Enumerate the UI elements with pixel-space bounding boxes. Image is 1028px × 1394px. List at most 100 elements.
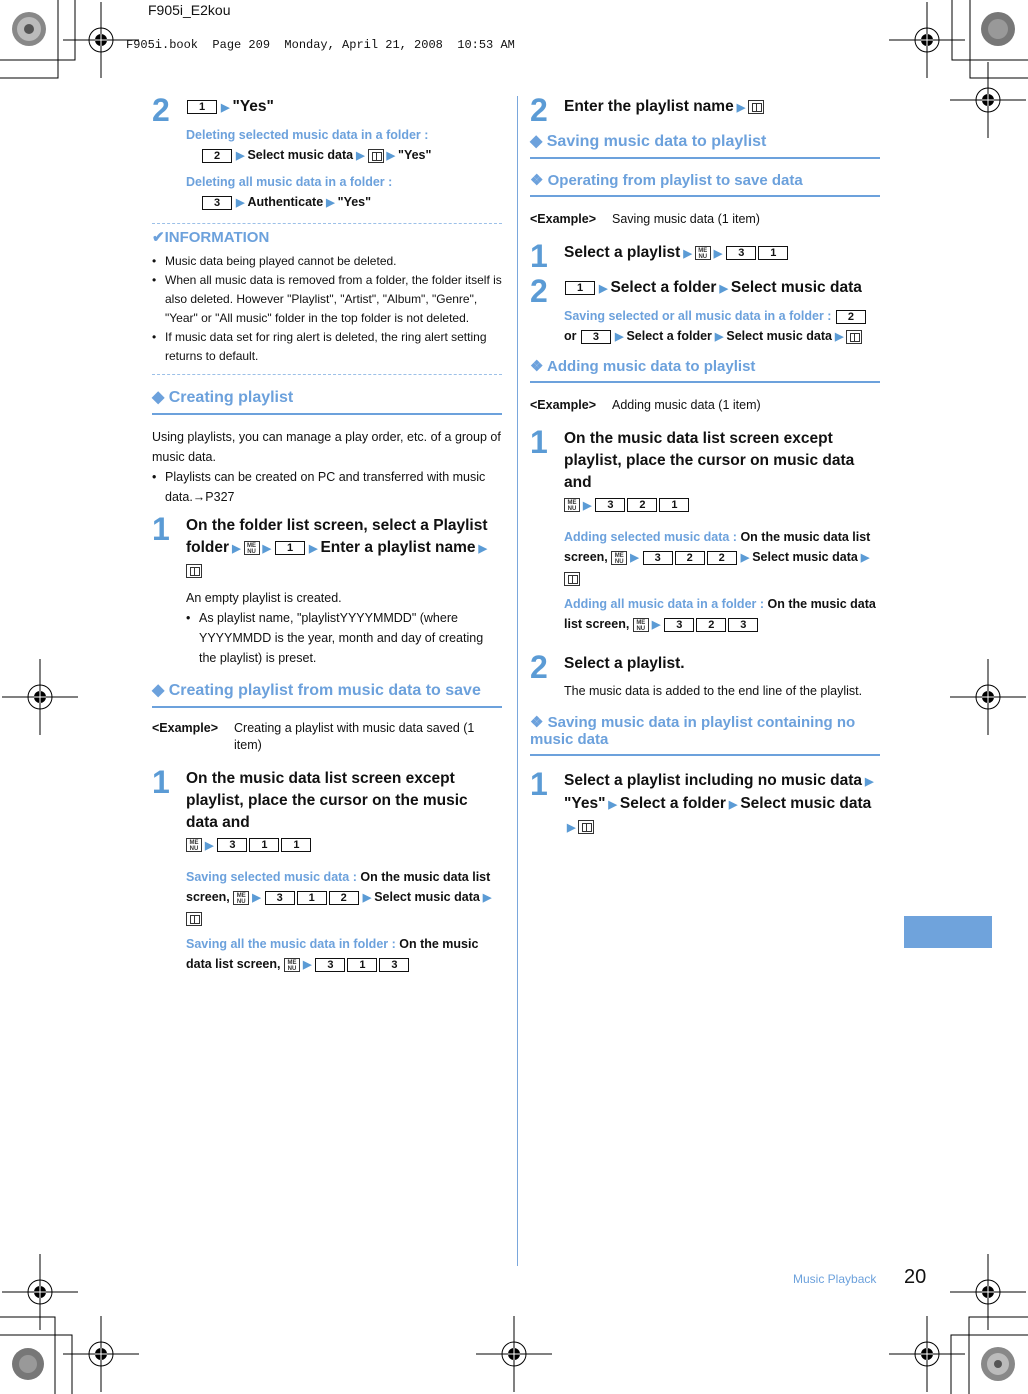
step-text: Select a folder	[619, 795, 726, 812]
key[interactable]: 2	[674, 550, 705, 565]
note-bullet: As playlist name, "playlistYYYYMMDD" (wh…	[186, 608, 502, 668]
menu-key-icon[interactable]: ME NU	[283, 957, 300, 972]
step-text: "Yes"	[564, 795, 606, 812]
substep-label: Deleting selected music data in a folder…	[186, 128, 429, 142]
substep-label: Saving all the music data in folder :	[186, 937, 396, 951]
key[interactable]: 1	[347, 957, 378, 972]
key[interactable]: 3	[217, 837, 248, 852]
key[interactable]: 2	[627, 497, 658, 512]
arrow-icon: ▶	[386, 150, 396, 162]
key[interactable]: 3	[595, 497, 626, 512]
key-1[interactable]: 1	[275, 540, 305, 555]
arrow-icon: ▶	[362, 892, 372, 904]
substep-text: Select a folder	[626, 329, 712, 343]
menu-key-icon[interactable]: ME NU	[186, 837, 202, 852]
key[interactable]: 1	[296, 890, 327, 905]
menu-key-icon[interactable]: ME NU	[694, 245, 711, 260]
step-text: Select a playlist including no music dat…	[564, 772, 863, 789]
registration-mark-icon	[889, 2, 965, 78]
key[interactable]: 1	[281, 837, 312, 852]
substep-text: Select music data	[752, 550, 858, 564]
key-2[interactable]: 2	[835, 309, 866, 324]
color-target-top-right	[981, 12, 1015, 46]
color-target-top-left	[12, 12, 46, 46]
step-number: 1	[530, 766, 548, 802]
step-note: An empty playlist is created. As playlis…	[152, 588, 502, 668]
arrow-icon: ▶	[834, 331, 844, 343]
menu-key-icon[interactable]: ME NU	[564, 497, 580, 512]
document-id: F905i_E2kou	[148, 2, 231, 18]
book-icon[interactable]	[564, 571, 580, 586]
registration-mark-icon	[63, 1316, 139, 1392]
step-2-enter-name: 2 Enter the playlist name ▶	[530, 94, 880, 126]
menu-key-icon[interactable]: ME NU	[233, 890, 250, 905]
key-3[interactable]: 3	[202, 195, 232, 210]
chapter-tab-marker	[904, 916, 992, 948]
information-title: ✔INFORMATION	[152, 229, 270, 246]
arrow-icon: ▶	[567, 822, 576, 834]
registration-mark-icon	[950, 1254, 1026, 1330]
arrow-icon: ▶	[714, 331, 724, 343]
page-number: 20	[904, 1266, 927, 1288]
key[interactable]: 3	[728, 617, 759, 632]
key-1[interactable]: 1	[187, 99, 217, 114]
arrow-icon: ▶	[683, 248, 692, 260]
book-icon[interactable]	[367, 148, 384, 163]
info-item: If music data set for ring alert is dele…	[152, 328, 502, 366]
book-icon[interactable]	[846, 329, 863, 344]
key-2[interactable]: 2	[202, 148, 232, 163]
key[interactable]: 3	[642, 550, 673, 565]
key[interactable]: 3	[726, 245, 757, 260]
key-1[interactable]: 1	[565, 280, 595, 295]
step-1-select-playlist: 1 Select a playlist ▶ ME NU ▶ 3 1	[530, 240, 880, 272]
substep-save-all: Saving all the music data in folder : On…	[152, 934, 502, 975]
key[interactable]: 1	[758, 245, 789, 260]
step-text: Select music data	[730, 279, 862, 296]
arrow-icon: ▶	[482, 892, 492, 904]
key[interactable]: 2	[328, 890, 359, 905]
substep-text: Authenticate	[247, 195, 324, 209]
key[interactable]: 1	[249, 837, 280, 852]
example-text: Saving music data (1 item)	[612, 212, 760, 226]
example: <Example> Saving music data (1 item)	[530, 211, 880, 228]
key[interactable]: 1	[659, 497, 690, 512]
menu-key-icon[interactable]: ME NU	[243, 540, 260, 555]
step-2-delete: 2 1 ▶ "Yes"	[152, 94, 502, 126]
step-number: 2	[152, 92, 170, 128]
book-icon[interactable]	[186, 563, 202, 578]
step-number: 1	[152, 764, 170, 800]
step-text: On the music data list screen except pla…	[564, 430, 855, 491]
key[interactable]: 3	[664, 617, 695, 632]
step-text: Select music data	[740, 795, 872, 812]
step-number: 1	[530, 424, 548, 460]
book-icon[interactable]	[186, 911, 202, 926]
key[interactable]: 2	[706, 550, 737, 565]
registration-mark-icon	[950, 62, 1026, 138]
arrow-icon: ▶	[356, 150, 365, 162]
menu-key-icon[interactable]: ME NU	[611, 550, 628, 565]
registration-mark-icon	[2, 1254, 78, 1330]
step-number: 2	[530, 273, 548, 309]
arrow-icon: ▶	[719, 283, 728, 295]
substep-save-selected: Saving selected music data : On the musi…	[152, 867, 502, 928]
footer-section-label: Music Playback	[793, 1272, 877, 1286]
menu-key-icon[interactable]: ME NU	[632, 617, 649, 632]
step-text: Enter the playlist name	[564, 98, 734, 115]
step-number: 2	[530, 92, 548, 128]
registration-mark-icon	[2, 659, 78, 735]
arrow-icon: ▶	[630, 552, 639, 564]
intro-bullet: Playlists can be created on PC and trans…	[152, 467, 502, 507]
arrow-icon: ▶	[262, 543, 271, 555]
book-icon[interactable]	[748, 99, 765, 114]
key[interactable]: 2	[696, 617, 727, 632]
key[interactable]: 3	[264, 890, 295, 905]
example-label: <Example>	[530, 212, 597, 226]
key[interactable]: 3	[379, 957, 410, 972]
section-heading-creating-from-music: ◆ Creating playlist from music data to s…	[152, 680, 502, 708]
column-divider	[517, 96, 518, 1266]
book-icon[interactable]	[578, 819, 595, 834]
arrow-icon: ▶	[302, 959, 312, 971]
key-3[interactable]: 3	[580, 329, 611, 344]
step-2-select-playlist: 2 Select a playlist.	[530, 651, 880, 683]
key[interactable]: 3	[315, 957, 346, 972]
